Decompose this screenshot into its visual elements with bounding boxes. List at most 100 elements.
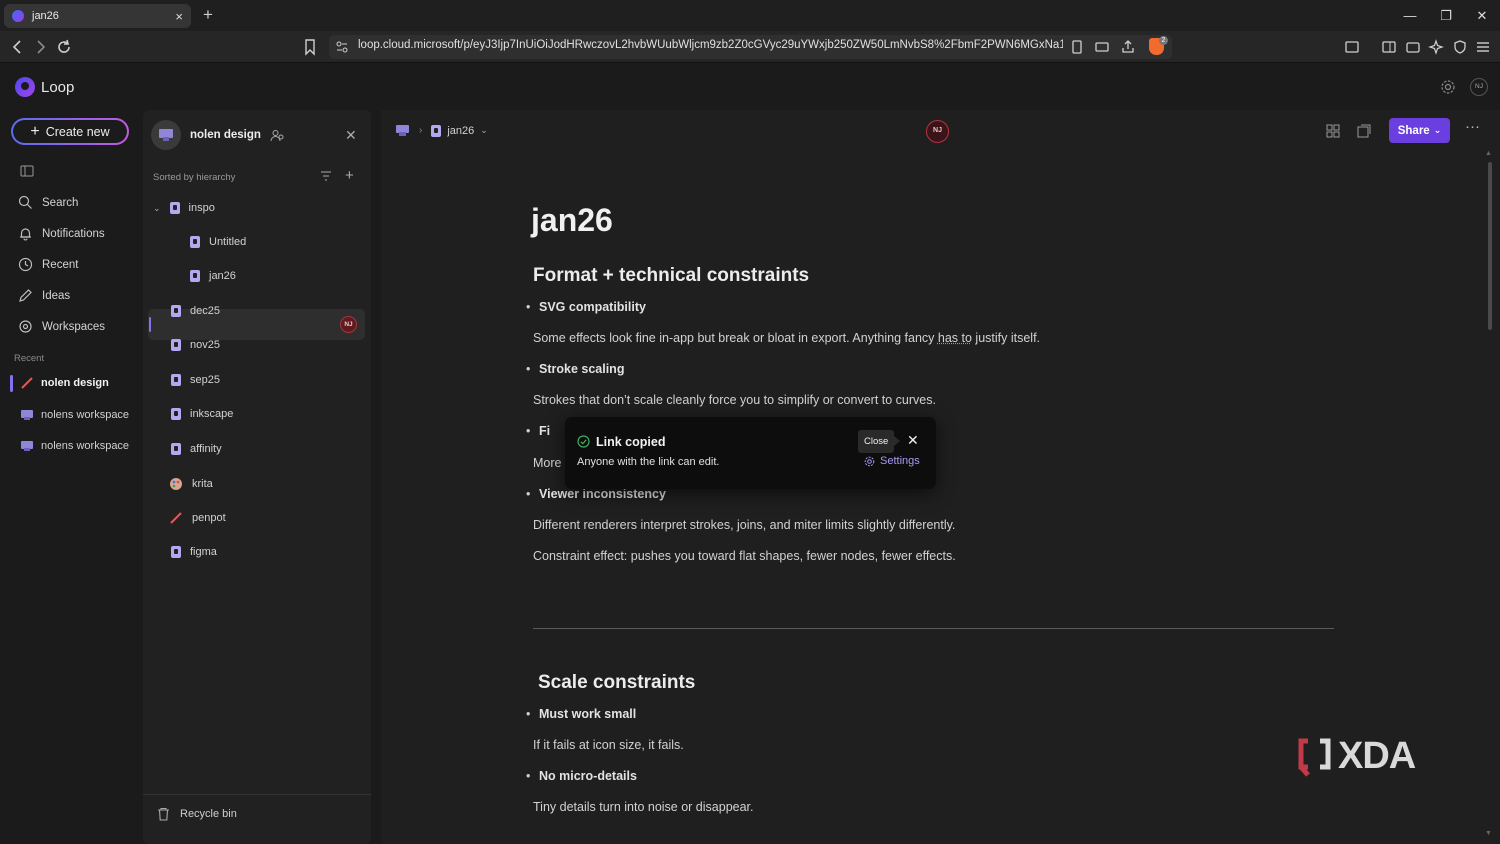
paragraph[interactable]: Constraint effect: pushes you toward fla… [533, 549, 956, 563]
nav-notifications[interactable]: Notifications [18, 226, 105, 241]
bell-icon [20, 228, 31, 241]
tab-close-button[interactable]: × [175, 9, 183, 24]
site-info-icon[interactable] [332, 37, 352, 57]
loop-favicon-icon [12, 10, 24, 22]
scroll-down-arrow[interactable]: ▼ [1485, 830, 1492, 837]
share-label: Share [1397, 124, 1430, 137]
toast-settings-link[interactable]: Settings [864, 455, 920, 467]
cast-icon[interactable] [1092, 37, 1112, 57]
paragraph[interactable]: More [533, 456, 561, 470]
paragraph[interactable]: Different renderers interpret strokes, j… [533, 518, 955, 532]
new-tab-button[interactable]: + [200, 5, 216, 25]
recycle-bin-button[interactable]: Recycle bin [157, 807, 237, 821]
recent-item-nolens-workspace[interactable]: nolens workspace [20, 408, 129, 422]
section-heading[interactable]: Format + technical constraints [533, 265, 809, 287]
vpn-shield-icon[interactable] [1450, 37, 1470, 57]
workspace-icon [21, 410, 33, 420]
browser-menu-icon[interactable] [1473, 37, 1493, 57]
page-icon [431, 124, 442, 137]
open-in-window-icon[interactable] [1356, 123, 1372, 139]
tree-item-untitled[interactable]: Untitled [190, 236, 246, 248]
restore-icon[interactable]: ❐ [1436, 6, 1456, 26]
tree-item-label: Untitled [209, 236, 247, 248]
recycle-bin-label: Recycle bin [180, 808, 237, 820]
nav-label: Recent [42, 258, 79, 271]
nav-search[interactable]: Search [18, 195, 78, 210]
clipboard-icon[interactable] [1067, 37, 1087, 57]
spelling-suggestion[interactable]: has to [938, 331, 972, 345]
xda-watermark: XDA [1298, 735, 1416, 778]
tree-item-jan26[interactable]: jan26 [190, 270, 236, 282]
settings-label: Settings [880, 455, 920, 467]
add-page-icon[interactable]: + [345, 167, 354, 184]
paragraph[interactable]: If it fails at icon size, it fails. [533, 738, 684, 752]
tree-item-sep25[interactable]: sep25 [171, 374, 220, 386]
user-avatar[interactable]: NJ [1470, 78, 1488, 96]
tab-search-icon[interactable] [1342, 37, 1362, 57]
wallet-icon[interactable] [1403, 37, 1423, 57]
share-button[interactable]: Share ⌄ [1389, 118, 1450, 143]
tree-item-inkscape[interactable]: inkscape [171, 408, 233, 420]
workspace-members-icon[interactable] [270, 128, 285, 143]
page-icon [171, 305, 181, 317]
bookmark-icon[interactable] [300, 37, 320, 57]
recent-item-nolens-workspace[interactable]: nolens workspace [20, 439, 129, 453]
breadcrumb-page[interactable]: jan26 ⌄ [431, 124, 488, 137]
presence-avatar[interactable]: NJ [926, 120, 949, 143]
scrollbar-thumb[interactable] [1488, 162, 1492, 330]
document-canvas: › jan26 ⌄ NJ Share ⌄ ··· ▲ ▼ jan26 Forma… [381, 110, 1500, 844]
leo-ai-icon[interactable] [1426, 37, 1446, 57]
tree-item-dec25[interactable]: dec25 [171, 305, 220, 317]
scroll-up-arrow[interactable]: ▲ [1485, 150, 1492, 157]
nav-ideas[interactable]: Ideas [18, 288, 70, 303]
nav-recent[interactable]: Recent [18, 257, 78, 272]
tree-item-penpot[interactable]: penpot [169, 511, 226, 525]
clock-icon [18, 257, 33, 272]
nav-label: Search [42, 196, 79, 209]
page-title[interactable]: jan26 [531, 202, 613, 239]
paragraph[interactable]: Strokes that don’t scale cleanly force y… [533, 393, 936, 407]
nav-workspaces[interactable]: Workspaces [18, 319, 105, 334]
tree-item-affinity[interactable]: affinity [171, 443, 222, 455]
create-new-button[interactable]: + Create new [11, 118, 129, 145]
browser-tab[interactable]: jan26 × [4, 4, 191, 28]
bullet-item[interactable]: No micro-details [526, 769, 637, 783]
minimize-icon[interactable]: — [1400, 6, 1420, 26]
bullet-item[interactable]: Fi [526, 424, 550, 438]
bullet-item[interactable]: Viewer inconsistency [526, 487, 666, 501]
bullet-item[interactable]: Must work small [526, 707, 636, 721]
recent-label: nolen design [41, 377, 109, 389]
bullet-item[interactable]: Stroke scaling [526, 362, 625, 376]
tree-item-krita[interactable]: krita [169, 477, 213, 491]
recent-heading: Recent [14, 353, 45, 364]
collapse-sidebar-icon[interactable] [20, 164, 34, 178]
paragraph[interactable]: Tiny details turn into noise or disappea… [533, 800, 754, 814]
url-text[interactable]: loop.cloud.microsoft/p/eyJ3Ijp7InUiOiJod… [358, 39, 1063, 51]
back-icon[interactable] [8, 37, 28, 57]
close-icon[interactable]: ✕ [907, 432, 919, 449]
recent-item-nolen-design[interactable]: nolen design [20, 376, 109, 390]
active-row-indicator [149, 317, 151, 332]
window-close-icon[interactable]: ✕ [1472, 6, 1492, 26]
more-options-icon[interactable]: ··· [1465, 118, 1480, 135]
close-panel-icon[interactable]: ✕ [345, 127, 357, 144]
section-heading[interactable]: Scale constraints [538, 672, 695, 694]
workspaces-icon [19, 320, 32, 333]
share-page-icon[interactable] [1118, 37, 1138, 57]
paragraph[interactable]: Some effects look fine in-app but break … [533, 331, 1040, 345]
reload-icon[interactable] [54, 37, 74, 57]
tree-item-nov25[interactable]: nov25 [171, 339, 220, 351]
sidebar-toggle-icon[interactable] [1379, 37, 1399, 57]
components-icon[interactable] [1325, 123, 1341, 139]
bullet-item[interactable]: SVG compatibility [526, 300, 646, 314]
browser-tab-bar: jan26 × + — ❐ ✕ [0, 0, 1500, 31]
tree-item-figma[interactable]: figma [171, 546, 217, 558]
workspace-icon[interactable] [395, 124, 410, 137]
settings-gear-icon[interactable] [1440, 79, 1456, 95]
loop-logo[interactable]: Loop [15, 77, 74, 97]
tree-item-inspo[interactable]: ⌄ inspo [153, 202, 215, 214]
filter-icon[interactable] [320, 170, 332, 182]
workspace-header[interactable]: nolen design [151, 120, 261, 150]
chevron-down-icon[interactable]: ⌄ [153, 203, 161, 214]
forward-icon[interactable] [30, 37, 50, 57]
